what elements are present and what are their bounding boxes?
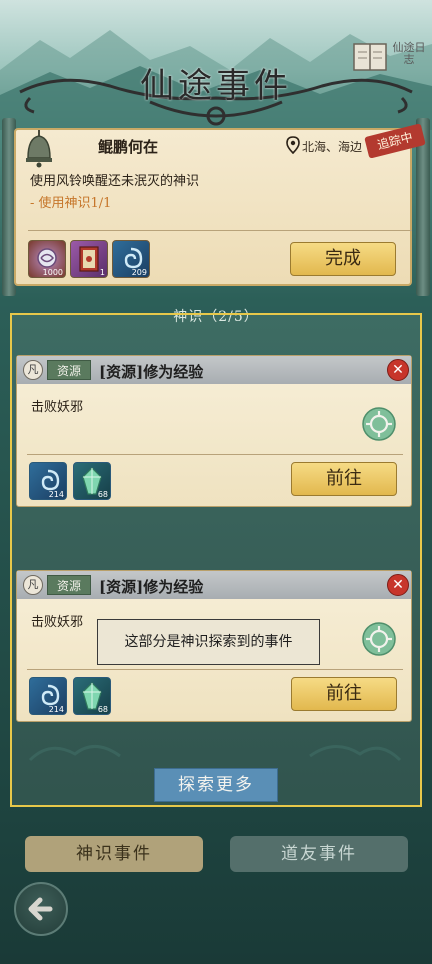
reward-item[interactable]: 1 [70,240,108,278]
reward-item[interactable]: 209 [112,240,150,278]
journal-label[interactable]: 仙途日志 [392,42,426,66]
back-button[interactable] [14,882,68,936]
explore-more-button[interactable]: 探索更多 [154,768,278,802]
go-button[interactable]: 前往 [291,677,397,711]
event-title: [资源]修为经验 [99,363,204,381]
reward-item[interactable]: 214 [29,462,67,500]
reward-item[interactable]: 1000 [28,240,66,278]
quest-location: 北海、海边 [302,140,363,154]
reward-count: 214 [48,490,64,499]
reward-count: 1000 [42,268,63,277]
journal-book-icon[interactable] [350,40,390,74]
tab-sense-events[interactable]: 神识事件 [25,836,203,872]
grade-icon: 凡 [23,360,43,380]
event-title: [资源]修为经验 [99,578,204,596]
locate-target-icon[interactable] [361,621,397,657]
reward-count: 68 [97,490,108,499]
quest-progress: - 使用神识1/1 [30,196,112,211]
cloud-decoration [28,745,402,762]
close-icon[interactable]: ✕ [387,359,409,381]
event-card: 凡 资源 [资源]修为经验 ✕ 击败妖邪 214 68 前往 [16,355,412,507]
tutorial-tooltip: 这部分是神识探索到的事件 [97,619,320,665]
go-button[interactable]: 前往 [291,462,397,496]
divider [28,230,412,231]
reward-count: 214 [48,705,64,714]
grade-icon: 凡 [23,575,43,595]
back-arrow-icon [28,897,53,921]
reward-item[interactable]: 68 [73,677,111,715]
event-description: 击败妖邪 [31,615,84,630]
tab-friend-events[interactable]: 道友事件 [230,836,408,872]
quest-description: 使用风铃唤醒还未泯灭的神识 [30,174,200,189]
close-icon[interactable]: ✕ [387,574,409,596]
event-header: 凡 资源 [资源]修为经验 ✕ [17,571,411,599]
bell-icon [26,130,52,168]
reward-count: 68 [97,705,108,714]
locate-target-icon[interactable] [361,406,397,442]
location-pin-icon [286,136,300,154]
reward-item[interactable]: 68 [73,462,111,500]
reward-count: 1 [99,268,105,277]
event-header: 凡 资源 [资源]修为经验 ✕ [17,356,411,384]
reward-count: 209 [131,268,147,277]
type-tag: 资源 [47,360,91,380]
reward-item[interactable]: 214 [29,677,67,715]
quest-name: 鲲鹏何在 [98,138,159,156]
divider [27,669,403,670]
event-description: 击败妖邪 [31,400,84,415]
divider [27,454,403,455]
complete-button[interactable]: 完成 [290,242,396,276]
type-tag: 资源 [47,575,91,595]
